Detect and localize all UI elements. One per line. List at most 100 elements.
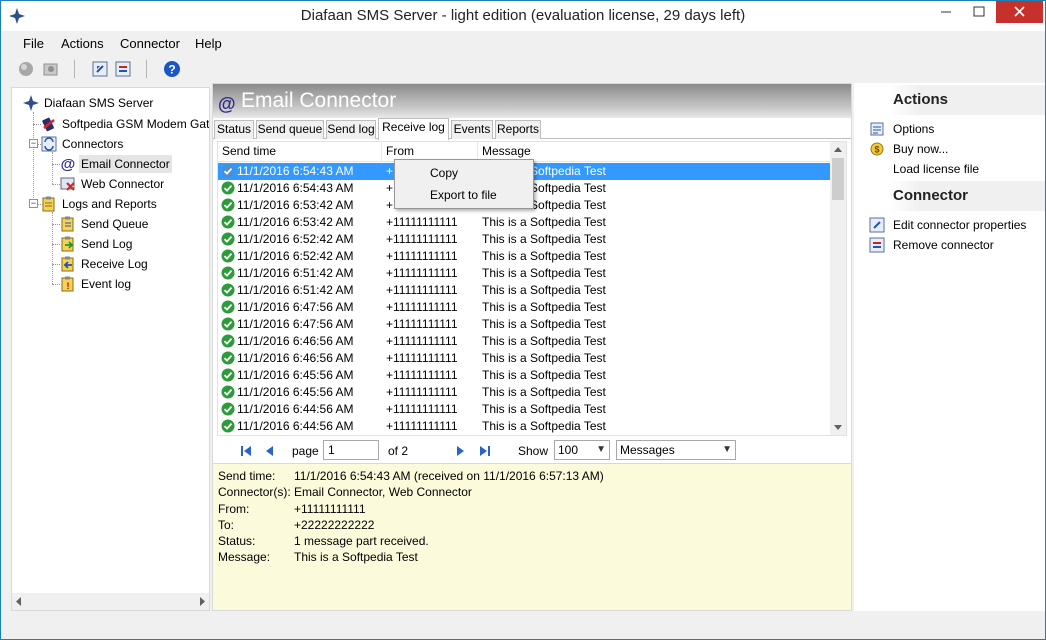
grid-vertical-scrollbar[interactable]: [830, 142, 846, 435]
tree-connector-line: [52, 244, 60, 245]
title-bar[interactable]: Diafaan SMS Server - light edition (eval…: [1, 1, 1045, 31]
table-row[interactable]: 11/1/2016 6:47:56 AM +11111111111 This is …: [218, 316, 832, 333]
first-page-icon[interactable]: [239, 444, 253, 458]
cell-from: +11111111111: [386, 283, 458, 297]
toolbar: ?: [1, 55, 1045, 83]
page-size-select[interactable]: 100 ▼: [554, 440, 610, 460]
cell-send-time: 11/1/2016 6:54:43 AM: [237, 164, 354, 178]
connect-icon[interactable]: [16, 59, 36, 79]
table-row[interactable]: 11/1/2016 6:45:56 AM +11111111111 This is …: [218, 384, 832, 401]
settings-icon[interactable]: [41, 59, 61, 79]
cell-from: +11111111111: [386, 232, 458, 246]
tab-send-queue[interactable]: Send queue: [256, 120, 324, 139]
menu-file[interactable]: File: [23, 36, 44, 51]
tree-connector-line: [52, 164, 60, 165]
collapse-logs-toggle[interactable]: −: [29, 199, 38, 208]
connector-heading: Connector: [889, 181, 1045, 211]
table-row[interactable]: 11/1/2016 6:47:56 AM +11111111111 This is …: [218, 299, 832, 316]
column-send-time[interactable]: Send time: [218, 142, 382, 162]
cell-message: This is a Softpedia Test: [482, 402, 606, 416]
maximize-button[interactable]: [964, 1, 994, 23]
connector-header: @ Email Connector: [213, 84, 851, 118]
close-button[interactable]: [996, 1, 1043, 23]
cell-message: This is a Softpedia Test: [482, 283, 606, 297]
menu-connector[interactable]: Connector: [120, 36, 180, 51]
received-check-icon: [221, 368, 235, 382]
received-check-icon: [221, 300, 235, 314]
tab-reports[interactable]: Reports: [495, 120, 541, 139]
cell-send-time: 11/1/2016 6:47:56 AM: [237, 300, 354, 314]
received-check-icon: [221, 181, 235, 195]
help-icon[interactable]: ?: [162, 59, 182, 79]
tab-send-log[interactable]: Send log: [326, 120, 376, 139]
web-connector-icon: [60, 177, 75, 191]
received-check-icon: [221, 385, 235, 399]
table-row[interactable]: 11/1/2016 6:46:56 AM +11111111111 This is …: [218, 333, 832, 350]
tree-horizontal-scrollbar[interactable]: [12, 593, 209, 610]
svg-text:@: @: [61, 156, 76, 172]
scroll-up-icon[interactable]: [834, 146, 842, 152]
log-type-select[interactable]: Messages ▼: [616, 440, 736, 460]
cell-message: This is a Softpedia Test: [482, 266, 606, 280]
cell-from: +11111111111: [386, 300, 458, 314]
svg-text:?: ?: [168, 63, 175, 77]
cell-from: +11111111111: [386, 402, 458, 416]
remove-connector-icon: [869, 237, 885, 253]
table-row[interactable]: 11/1/2016 6:44:56 AM +11111111111 This is …: [218, 401, 832, 418]
table-row[interactable]: 11/1/2016 6:51:42 AM +11111111111 This is …: [218, 282, 832, 299]
window-title: Diafaan SMS Server - light edition (eval…: [300, 7, 746, 24]
last-page-icon[interactable]: [478, 444, 492, 458]
chevron-down-icon: ▼: [722, 444, 732, 455]
scroll-down-icon[interactable]: [834, 425, 842, 431]
minimize-icon: [941, 11, 951, 13]
scroll-thumb[interactable]: [832, 158, 844, 200]
received-check-icon: [221, 317, 235, 331]
table-row[interactable]: 11/1/2016 6:53:42 AM +11111111111 This is …: [218, 214, 832, 231]
scroll-left-icon[interactable]: [15, 597, 23, 606]
table-row[interactable]: 11/1/2016 6:51:42 AM +11111111111 This is …: [218, 265, 832, 282]
page-number-input[interactable]: 1: [323, 440, 379, 460]
remove-connector-icon[interactable]: [113, 59, 133, 79]
navigation-tree[interactable]: Diafaan SMS Server Softpedia GSM Modem G…: [11, 87, 210, 611]
menu-actions[interactable]: Actions: [61, 36, 104, 51]
received-check-icon: [221, 334, 235, 348]
svg-text:$: $: [874, 145, 879, 155]
table-row[interactable]: 11/1/2016 6:46:56 AM +11111111111 This is …: [218, 350, 832, 367]
next-page-icon[interactable]: [453, 444, 467, 458]
scroll-right-icon[interactable]: [198, 597, 206, 606]
cell-from: +11111111111: [386, 368, 458, 382]
tab-receive-log[interactable]: Receive log: [378, 118, 449, 140]
collapse-connectors-toggle[interactable]: −: [29, 139, 38, 148]
edit-connector-icon[interactable]: [90, 59, 110, 79]
table-row[interactable]: 11/1/2016 6:44:56 AM +11111111111 This is …: [218, 418, 832, 435]
received-check-icon: [221, 249, 235, 263]
cell-send-time: 11/1/2016 6:46:56 AM: [237, 351, 354, 365]
tree-connector-line: [52, 264, 60, 265]
cell-send-time: 11/1/2016 6:53:42 AM: [237, 198, 354, 212]
cell-send-time: 11/1/2016 6:44:56 AM: [237, 402, 354, 416]
table-row[interactable]: 11/1/2016 6:45:56 AM +11111111111 This is …: [218, 367, 832, 384]
received-check-icon: [221, 164, 235, 178]
tab-events[interactable]: Events: [451, 120, 493, 139]
cell-from: +11111111111: [386, 351, 458, 365]
context-copy[interactable]: Copy: [430, 166, 458, 180]
context-export-to-file[interactable]: Export to file: [430, 188, 497, 202]
cell-message: This is a Softpedia Test: [482, 368, 606, 382]
received-check-icon: [221, 198, 235, 212]
tree-connector-line: [33, 112, 34, 204]
table-row[interactable]: 11/1/2016 6:52:42 AM +11111111111 This is …: [218, 248, 832, 265]
previous-page-icon[interactable]: [263, 444, 277, 458]
cell-from: +11111111111: [386, 334, 458, 348]
tab-strip: Status Send queue Send log Receive log E…: [213, 118, 851, 140]
tab-status[interactable]: Status: [214, 120, 254, 139]
received-check-icon: [221, 402, 235, 416]
received-check-icon: [221, 266, 235, 280]
menu-help[interactable]: Help: [195, 36, 222, 51]
close-icon: [1014, 6, 1025, 17]
received-check-icon: [221, 215, 235, 229]
cell-send-time: 11/1/2016 6:54:43 AM: [237, 181, 354, 195]
cell-message: This is a Softpedia Test: [482, 215, 606, 229]
minimize-button[interactable]: [931, 1, 961, 23]
table-row[interactable]: 11/1/2016 6:52:42 AM +11111111111 This is …: [218, 231, 832, 248]
cell-send-time: 11/1/2016 6:47:56 AM: [237, 317, 354, 331]
